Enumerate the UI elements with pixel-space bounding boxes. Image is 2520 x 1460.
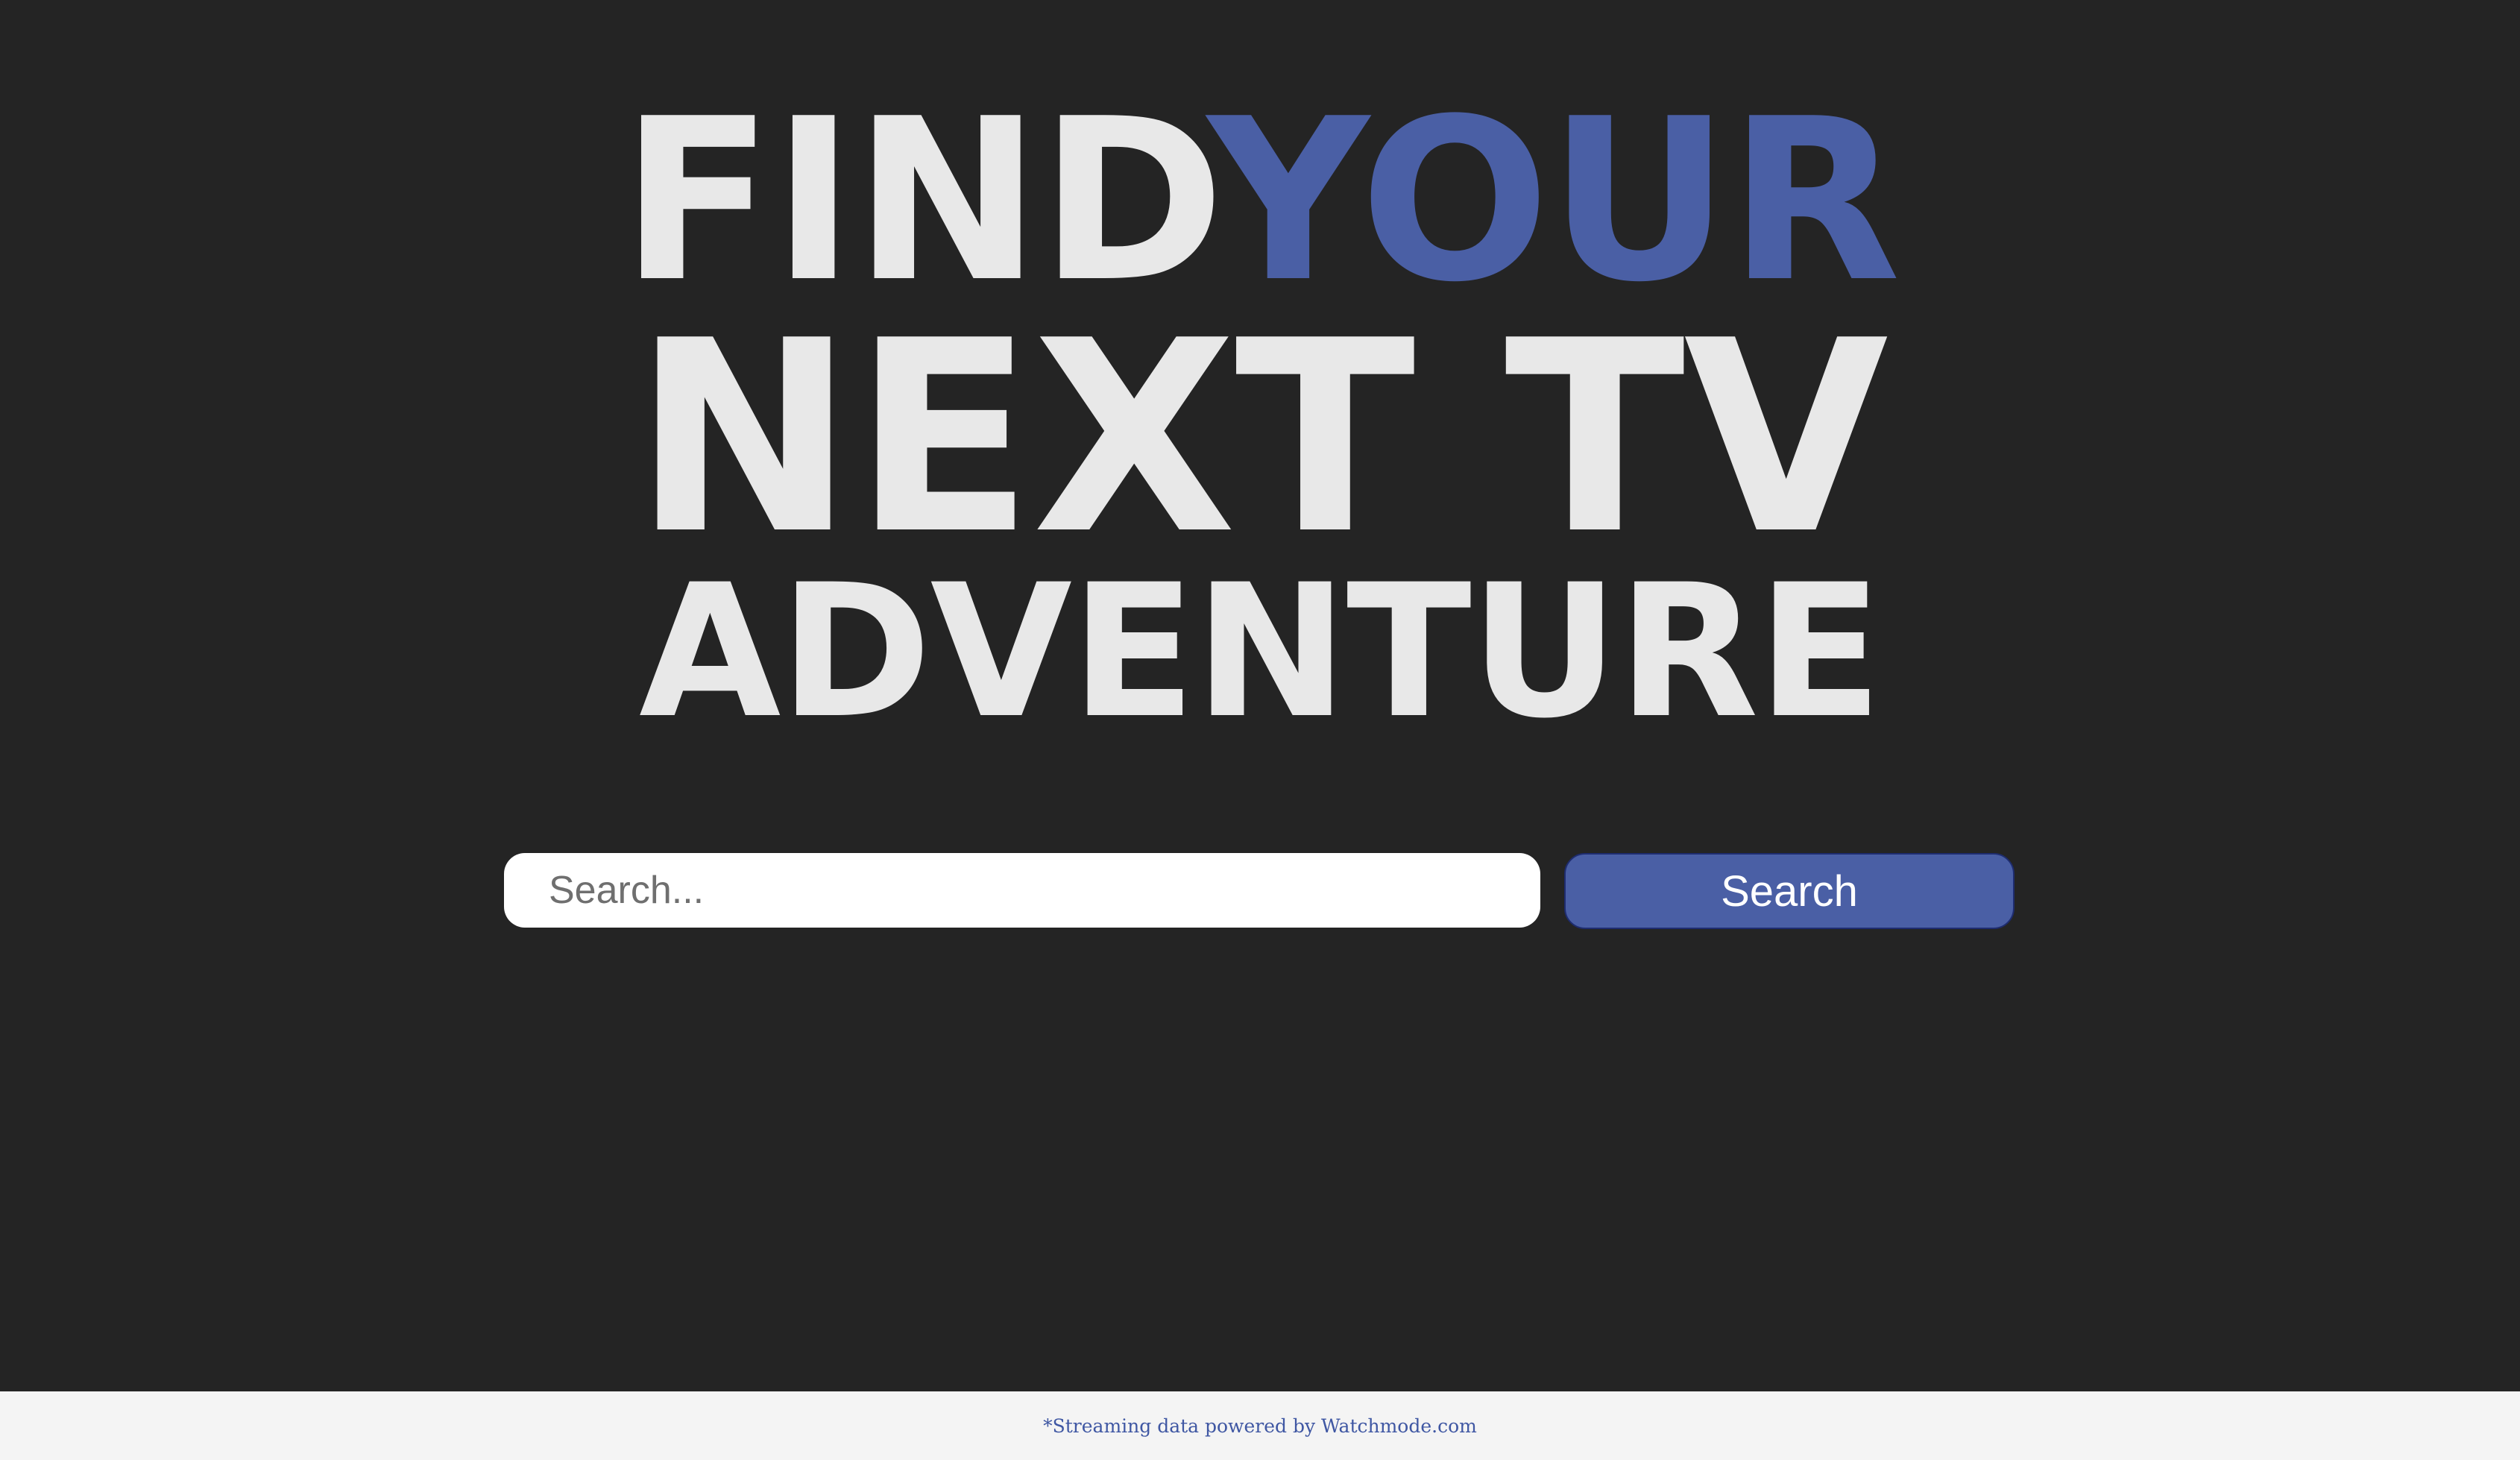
page: FINDYOUR NEXT TV ADVENTURE Search *Strea… bbox=[0, 0, 2520, 1460]
search-input[interactable] bbox=[504, 853, 1540, 928]
hero-line-3: ADVENTURE bbox=[639, 546, 1883, 759]
hero-line-1: FINDYOUR bbox=[514, 89, 2006, 313]
footer-attribution: *Streaming data powered by Watchmode.com bbox=[1043, 1415, 1477, 1437]
footer: *Streaming data powered by Watchmode.com bbox=[0, 1391, 2520, 1460]
search-button[interactable]: Search bbox=[1564, 853, 2015, 929]
hero-heading: FINDYOUR NEXT TV ADVENTURE bbox=[514, 89, 2006, 759]
search-bar: Search bbox=[504, 853, 2015, 929]
hero-line-2: NEXT TV bbox=[633, 283, 1889, 592]
